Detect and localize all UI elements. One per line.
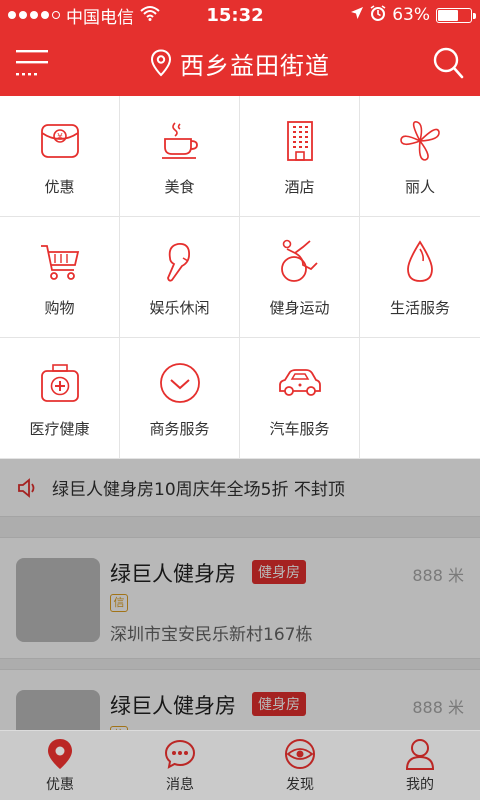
- category-shopping[interactable]: 购物: [0, 217, 120, 338]
- signal-strength-icon: [8, 11, 60, 19]
- listing-thumbnail: [16, 558, 100, 642]
- category-beauty[interactable]: 丽人: [360, 96, 480, 217]
- status-bar: 中国电信 15:32 63%: [0, 0, 480, 30]
- category-label: 医疗健康: [29, 419, 90, 438]
- listing-distance: 888 米: [412, 698, 464, 717]
- location-arrow-icon: [350, 5, 364, 25]
- shopping-cart-icon: [40, 244, 79, 280]
- user-icon: [405, 738, 435, 770]
- category-hotel[interactable]: 酒店: [240, 96, 360, 217]
- listing-address: 深圳市宝安民乐新村167栋: [110, 625, 313, 645]
- category-label: 酒店: [284, 177, 315, 196]
- listing-thumbnail: [16, 690, 100, 730]
- tab-mine[interactable]: 我的: [360, 731, 480, 800]
- tab-label: 发现: [286, 776, 314, 793]
- content-area: 绿巨人健身房10周庆年全场5折 不封顶 绿巨人健身房 健身房 888 米 信 深…: [0, 459, 480, 730]
- speaker-icon: [18, 477, 35, 498]
- listing-name: 绿巨人健身房: [110, 562, 236, 586]
- category-car[interactable]: 汽车服务: [240, 338, 360, 459]
- category-label: 生活服务: [389, 298, 450, 317]
- tab-bar: 优惠 消息 发现 我的: [0, 730, 480, 800]
- status-time: 15:32: [206, 4, 264, 26]
- coffee-cup-icon: [161, 121, 198, 159]
- ice-cream-icon: [166, 242, 190, 282]
- battery-icon: [436, 7, 476, 23]
- search-button[interactable]: [432, 46, 464, 80]
- battery-fill: [438, 9, 459, 21]
- category-label: 娱乐休闲: [149, 298, 210, 317]
- hotel-building-icon: [286, 120, 313, 161]
- chat-bubble-icon: [164, 739, 196, 769]
- category-label: 美食: [164, 177, 195, 196]
- menu-icon: [16, 50, 48, 76]
- fitness-ball-icon: [280, 239, 318, 282]
- tab-discover[interactable]: 发现: [240, 731, 360, 800]
- location-pin-icon: [150, 49, 172, 77]
- check-circle-icon: [159, 362, 200, 403]
- location-pin-icon: [48, 738, 72, 769]
- menu-button[interactable]: [16, 46, 48, 80]
- tab-label: 我的: [406, 776, 434, 793]
- category-entertainment[interactable]: 娱乐休闲: [120, 217, 240, 338]
- listing-name: 绿巨人健身房: [110, 694, 236, 718]
- credit-badge-icon: 信: [110, 594, 128, 612]
- status-right: 63%: [300, 4, 480, 26]
- search-icon: [433, 47, 464, 79]
- tab-discount[interactable]: 优惠: [0, 731, 120, 800]
- announcement-bar[interactable]: 绿巨人健身房10周庆年全场5折 不封顶: [0, 459, 480, 517]
- location-title: 西乡益田街道: [180, 51, 330, 80]
- category-life-service[interactable]: 生活服务: [360, 217, 480, 338]
- carrier-name: 中国电信: [66, 7, 134, 28]
- listing-distance: 888 米: [412, 566, 464, 585]
- category-medical[interactable]: 医疗健康: [0, 338, 120, 459]
- category-label: 健身运动: [269, 298, 330, 317]
- category-label: 购物: [44, 298, 75, 317]
- battery-percent: 63%: [392, 5, 430, 25]
- red-envelope-icon: ¥: [40, 123, 79, 158]
- wifi-icon: [140, 5, 160, 26]
- nav-bar: 西乡益田街道: [0, 30, 480, 96]
- status-left: 中国电信: [0, 3, 180, 28]
- listing-tag: 健身房: [252, 692, 306, 716]
- eye-icon: [285, 738, 315, 769]
- tab-label: 优惠: [46, 776, 74, 793]
- category-label: 商务服务: [149, 419, 210, 438]
- location-selector[interactable]: 西乡益田街道: [150, 46, 330, 81]
- category-business[interactable]: 商务服务: [120, 338, 240, 459]
- alarm-icon: [370, 4, 386, 26]
- category-label: 优惠: [44, 177, 75, 196]
- tab-messages[interactable]: 消息: [120, 731, 240, 800]
- category-grid: ¥ 优惠 美食 酒店 丽人 购物 娱乐休闲 健身运动 生活服务 医疗健康 商务服…: [0, 96, 480, 459]
- svg-text:¥: ¥: [57, 132, 63, 142]
- category-label: 丽人: [404, 177, 435, 196]
- medical-kit-icon: [40, 363, 79, 402]
- flower-icon: [400, 120, 440, 161]
- location-area: 西乡益田街道: [0, 30, 480, 96]
- category-discount[interactable]: ¥ 优惠: [0, 96, 120, 217]
- category-label: 汽车服务: [269, 419, 330, 438]
- tab-label: 消息: [166, 776, 194, 793]
- announcement-text: 绿巨人健身房10周庆年全场5折 不封顶: [52, 480, 345, 500]
- listing-card[interactable]: 绿巨人健身房 健身房 888 米 信: [0, 669, 480, 730]
- category-empty-slot: [360, 338, 480, 459]
- listing-tag: 健身房: [252, 560, 306, 584]
- listing-card[interactable]: 绿巨人健身房 健身房 888 米 信 深圳市宝安民乐新村167栋: [0, 537, 480, 659]
- category-fitness[interactable]: 健身运动: [240, 217, 360, 338]
- car-icon: [278, 368, 321, 396]
- water-drop-icon: [407, 239, 433, 282]
- category-food[interactable]: 美食: [120, 96, 240, 217]
